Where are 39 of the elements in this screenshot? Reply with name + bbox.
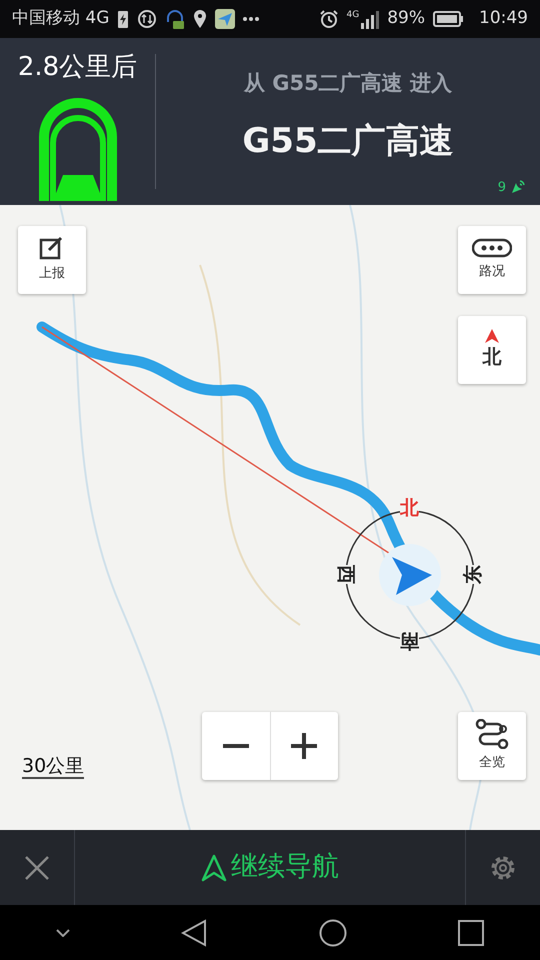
battery-percent: 89% — [387, 7, 425, 30]
north-arrow-icon — [485, 328, 499, 343]
map-scale: 30公里 — [22, 756, 84, 779]
navigation-arrow-icon — [201, 854, 227, 882]
compass-label: 南 — [400, 631, 419, 650]
location-pin-icon — [193, 9, 208, 29]
overview-button[interactable]: 全览 — [458, 712, 526, 780]
plus-icon — [291, 733, 318, 759]
battery-icon — [433, 11, 463, 27]
chevron-down-icon — [56, 928, 70, 936]
carrier-name: 中国移动 4G — [12, 7, 110, 30]
compass-label: 北 — [400, 499, 419, 518]
compass-label: 西 — [336, 565, 355, 584]
alarm-clock-icon — [318, 9, 338, 29]
report-button[interactable]: 上报 — [18, 226, 86, 294]
data-transfer-icon — [137, 9, 158, 29]
edit-icon — [39, 236, 65, 260]
clock-time: 10:49 — [479, 7, 528, 30]
satellite-count: 9 — [498, 178, 506, 196]
recent-apps-icon[interactable] — [458, 920, 484, 946]
back-icon[interactable] — [181, 918, 208, 946]
road-name: G55二广高速 — [242, 120, 454, 162]
close-icon — [24, 854, 50, 880]
distance-text: 2.8公里后 — [18, 51, 138, 84]
minus-icon — [222, 744, 249, 748]
battery-charging-icon — [117, 9, 130, 29]
signal-icon — [359, 9, 380, 29]
home-icon[interactable] — [318, 918, 347, 946]
network-type: 4G — [346, 9, 360, 22]
entry-instruction: 从 G55二广高速 进入 — [244, 70, 452, 97]
more-icon — [243, 16, 260, 22]
continue-navigation-button[interactable]: 继续导航 — [195, 846, 345, 889]
compass-label: 东 — [464, 565, 483, 584]
north-button[interactable]: 北 — [458, 316, 526, 384]
headset-chat-icon — [165, 8, 186, 30]
route-overview-icon — [475, 719, 509, 750]
paper-plane-app-icon — [215, 9, 236, 29]
satellite-dish-icon — [510, 179, 526, 196]
traffic-button[interactable]: 路况 — [458, 226, 526, 294]
